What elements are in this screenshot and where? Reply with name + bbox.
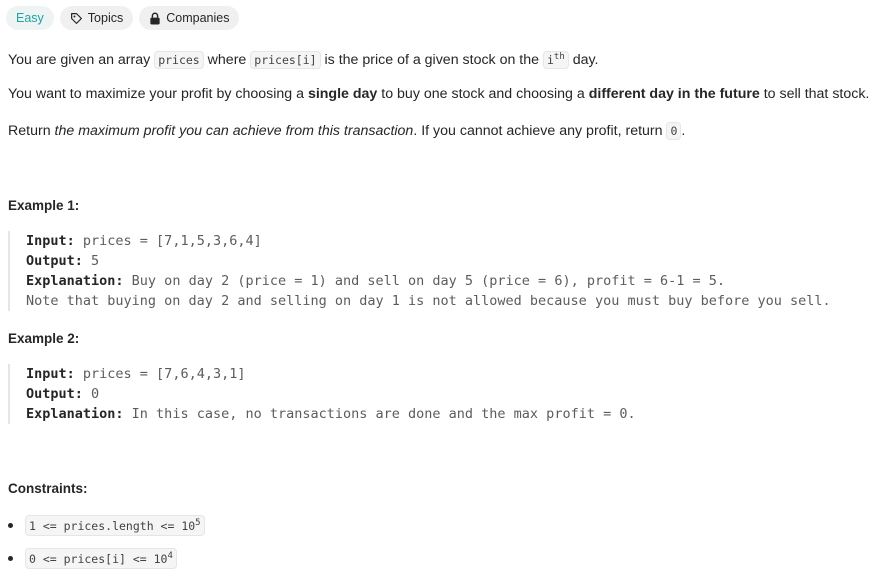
text: to buy one stock and choosing a xyxy=(377,86,589,102)
example-line: Input: prices = [7,6,4,3,1] xyxy=(26,364,868,384)
text: day. xyxy=(568,51,599,68)
tag-icon xyxy=(70,12,83,25)
output-label: Output: xyxy=(26,253,83,269)
constraint-code: 1 <= prices.length <= 105 xyxy=(25,515,205,536)
example-1-heading: Example 1: xyxy=(8,198,80,213)
example-line: Output: 0 xyxy=(26,384,868,404)
input-value: prices = [7,6,4,3,1] xyxy=(74,366,246,382)
bold-text: single day xyxy=(307,86,378,102)
text: where xyxy=(203,51,251,68)
constraints-heading: Constraints: xyxy=(8,481,88,496)
bold-text: different day in the future xyxy=(588,86,760,102)
description-paragraph-2: You want to maximize your profit by choo… xyxy=(8,84,869,104)
explanation-label: Explanation: xyxy=(26,406,124,422)
example-line: Explanation: Buy on day 2 (price = 1) an… xyxy=(26,271,868,291)
text: to sell that stock. xyxy=(759,86,870,102)
inline-code: ith xyxy=(542,50,569,69)
output-label: Output: xyxy=(26,386,83,402)
example-line: Explanation: In this case, no transactio… xyxy=(26,404,868,424)
code-text: 0 <= prices[i] <= 10 xyxy=(29,551,168,566)
description-paragraph-3: Return the maximum profit you can achiev… xyxy=(8,121,685,141)
superscript: 4 xyxy=(167,551,173,561)
constraint-item: 1 <= prices.length <= 105 xyxy=(8,515,205,536)
input-value: prices = [7,1,5,3,6,4] xyxy=(74,233,262,249)
topics-label: Topics xyxy=(87,11,124,25)
output-value: 5 xyxy=(82,253,100,269)
topics-button[interactable]: Topics xyxy=(59,6,134,30)
example-line: Output: 5 xyxy=(26,251,868,271)
text: is the price of a given stock on the xyxy=(320,51,543,68)
example-note: Note that buying on day 2 and selling on… xyxy=(26,293,831,309)
input-label: Input: xyxy=(26,233,75,249)
inline-code: prices xyxy=(154,50,204,69)
example-2-heading: Example 2: xyxy=(8,331,80,346)
bullet-dot xyxy=(8,555,13,561)
difficulty-badge[interactable]: Easy xyxy=(6,6,54,30)
output-value: 0 xyxy=(82,386,100,402)
code-text: i xyxy=(546,52,554,67)
text: . If you cannot achieve any profit, retu… xyxy=(413,123,667,139)
input-label: Input: xyxy=(26,366,75,382)
text: . xyxy=(681,123,686,139)
explanation-label: Explanation: xyxy=(26,273,124,289)
companies-label: Companies xyxy=(166,11,230,25)
companies-button[interactable]: Companies xyxy=(139,6,240,30)
superscript: th xyxy=(553,52,565,62)
constraint-item: 0 <= prices[i] <= 104 xyxy=(8,548,177,569)
italic-text: the maximum profit you can achieve from … xyxy=(54,123,414,139)
example-line: Input: prices = [7,1,5,3,6,4] xyxy=(26,231,868,251)
explanation-value: Buy on day 2 (price = 1) and sell on day… xyxy=(123,273,725,289)
explanation-value: In this case, no transactions are done a… xyxy=(123,406,636,422)
text: You want to maximize your profit by choo… xyxy=(8,86,308,102)
example-1-block: Input: prices = [7,1,5,3,6,4] Output: 5 … xyxy=(8,231,868,311)
description-paragraph-1: You are given an array prices where pric… xyxy=(8,47,598,70)
lock-icon xyxy=(149,12,161,25)
code-text: 1 <= prices.length <= 10 xyxy=(29,518,196,533)
bullet-dot xyxy=(8,522,13,528)
inline-code: 0 xyxy=(666,122,682,140)
text: Return xyxy=(8,123,55,139)
example-2-block: Input: prices = [7,6,4,3,1] Output: 0 Ex… xyxy=(8,364,868,424)
inline-code: prices[i] xyxy=(250,50,321,69)
tag-bar: Easy Topics Companies xyxy=(6,6,240,30)
superscript: 5 xyxy=(195,518,201,528)
constraint-code: 0 <= prices[i] <= 104 xyxy=(25,548,177,569)
text: You are given an array xyxy=(8,51,155,68)
